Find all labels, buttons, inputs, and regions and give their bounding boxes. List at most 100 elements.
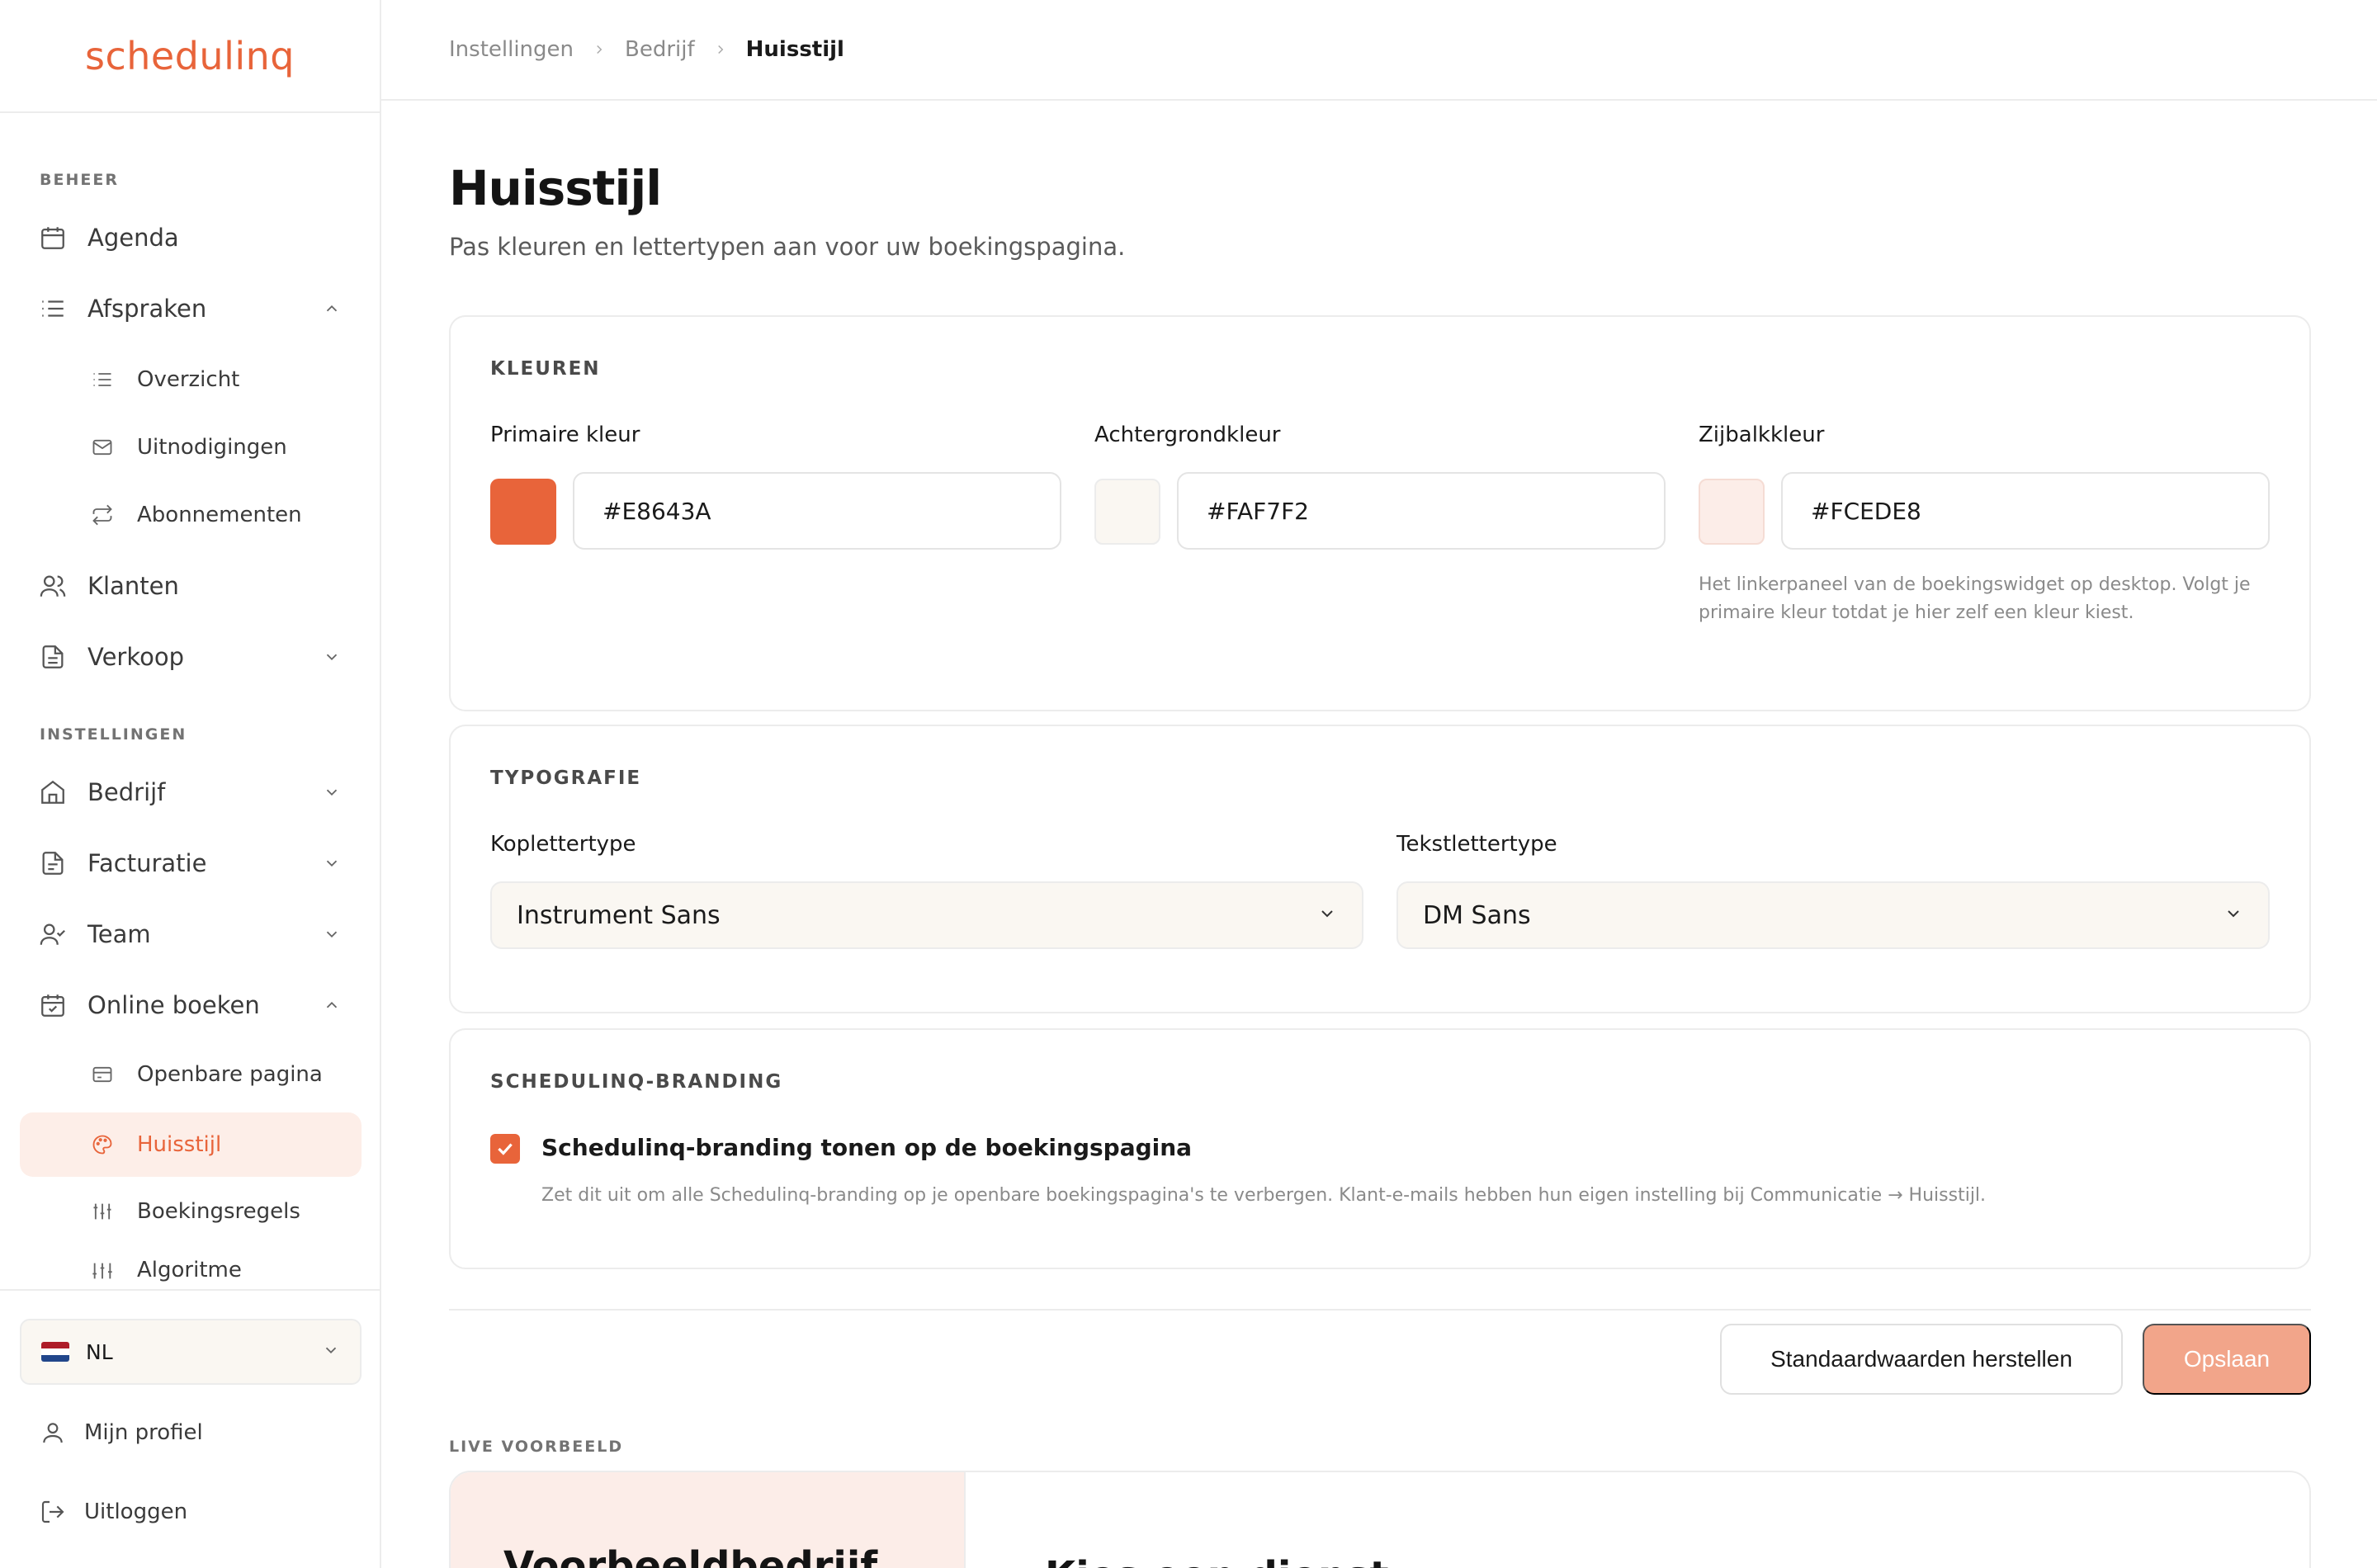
sidebar-item-bedrijf[interactable]: Bedrijf [20,761,362,824]
logout-label: Uitloggen [84,1500,188,1524]
section-label-beheer: BEHEER [40,171,119,189]
sidebar-item-overzicht[interactable]: Overzicht [20,350,362,409]
page-title: Huisstijl [449,160,662,216]
sidebar-item-label: Boekingsregels [137,1199,300,1224]
flag-nl-icon [41,1342,69,1362]
sidebar-item-label: Afspraken [87,295,207,323]
chevron-down-icon [322,782,342,802]
breadcrumb: Instellingen Bedrijf Huisstijl [381,0,2377,101]
divider [449,1309,2311,1311]
sidebar-item-label: Agenda [87,224,179,252]
sidebar-item-abonnementen[interactable]: Abonnementen [20,485,362,545]
palette-icon [89,1131,116,1158]
logout-link[interactable]: Uitloggen [20,1487,362,1537]
heading-font-select[interactable]: Instrument Sans [490,881,1363,949]
chevron-down-icon [322,853,342,873]
language-value: NL [86,1339,113,1364]
document-icon [38,642,68,672]
sidebar-item-algoritme[interactable]: Algoritme [20,1249,362,1289]
sidebar-item-agenda[interactable]: Agenda [20,206,362,269]
sidebar-item-uitnodigingen[interactable]: Uitnodigingen [20,418,362,477]
sidebar-item-label: Bedrijf [87,778,166,806]
preview-sidebar: Voorbeeldbedrijf [451,1472,966,1568]
background-color-input[interactable]: #FAF7F2 [1177,472,1666,550]
background-color-label: Achtergrondkleur [1094,423,1281,447]
sidebar-color-input[interactable]: #FCEDE8 [1781,472,2270,550]
sidebar-item-facturatie[interactable]: Facturatie [20,832,362,895]
sidebar-item-label: Verkoop [87,643,185,671]
reset-defaults-button[interactable]: Standaardwaarden herstellen [1720,1324,2123,1395]
check-icon [498,1143,513,1155]
profile-link[interactable]: Mijn profiel [20,1408,362,1457]
primary-color-swatch[interactable] [490,479,556,545]
breadcrumb-current: Huisstijl [745,37,844,62]
sidebar-item-label: Huisstijl [137,1132,222,1157]
background-color-swatch[interactable] [1094,479,1160,545]
colors-card: KLEUREN Primaire kleur #E8643A Achtergro… [449,315,2311,711]
body-font-label: Tekstlettertype [1396,832,1557,857]
home-icon [38,777,68,807]
card-icon [89,1061,116,1088]
card-title: KLEUREN [490,358,601,380]
chevron-down-icon [322,647,342,667]
page-subtitle: Pas kleuren en lettertypen aan voor uw b… [449,233,1126,261]
sidebar-color-help: Het linkerpaneel van de boekingswidget o… [1699,574,2251,623]
logout-icon [38,1497,68,1527]
branding-checkbox[interactable] [490,1134,520,1164]
adjust-icon [89,1258,116,1284]
profile-label: Mijn profiel [84,1420,203,1445]
chevron-down-icon [322,924,342,944]
sidebar-color-swatch[interactable] [1699,479,1765,545]
logo[interactable]: schedulinq [85,34,295,78]
card-title: TYPOGRAFIE [490,767,642,789]
calendar-check-icon [38,990,68,1020]
chevron-up-icon [322,995,342,1015]
breadcrumb-item[interactable]: Instellingen [449,37,574,62]
invoice-icon [38,848,68,878]
sidebar-item-klanten[interactable]: Klanten [20,555,362,617]
calendar-icon [38,223,68,253]
language-select[interactable]: NL [20,1319,362,1385]
sidebar-item-verkoop[interactable]: Verkoop [20,626,362,688]
sidebar-item-label: Overzicht [137,367,240,392]
card-title: SCHEDULINQ-BRANDING [490,1071,783,1093]
live-preview-label: LIVE VOORBEELD [449,1438,624,1456]
sidebar-item-label: Uitnodigingen [137,435,287,460]
sidebar-color-label: Zijbalkkleur [1699,423,1825,447]
body-font-select[interactable]: DM Sans [1396,881,2270,949]
list-icon [89,366,116,393]
preview-company-name: Voorbeeldbedrijf [503,1543,878,1568]
branding-help: Zet dit uit om alle Schedulinq-branding … [541,1185,1987,1206]
sidebar-item-label: Abonnementen [137,503,302,527]
chevron-down-icon [322,1341,340,1363]
mail-icon [89,434,116,460]
sidebar-item-boekingsregels[interactable]: Boekingsregels [20,1182,362,1241]
user-icon [38,1418,68,1448]
sidebar: schedulinq BEHEER Agenda Afspraken Overz… [0,0,381,1568]
sidebar-item-team[interactable]: Team [20,903,362,966]
sliders-icon [89,1198,116,1225]
sidebar-item-label: Klanten [87,572,179,600]
typography-card: TYPOGRAFIE Koplettertype Instrument Sans… [449,725,2311,1013]
heading-font-label: Koplettertype [490,832,636,857]
sidebar-item-label: Team [87,920,151,948]
sidebar-item-label: Online boeken [87,991,260,1019]
primary-color-label: Primaire kleur [490,423,640,447]
sidebar-item-huisstijl[interactable]: Huisstijl [20,1112,362,1177]
sidebar-item-afspraken[interactable]: Afspraken [20,277,362,340]
chevron-up-icon [322,299,342,319]
primary-color-input[interactable]: #E8643A [573,472,1061,550]
sidebar-item-online-boeken[interactable]: Online boeken [20,974,362,1037]
chevron-down-icon [2223,901,2243,930]
heading-font-value: Instrument Sans [517,900,721,930]
body-font-value: DM Sans [1423,900,1531,930]
sidebar-footer: NL Mijn profiel Uitloggen [0,1289,380,1568]
sidebar-item-label: Openbare pagina [137,1062,323,1087]
logo-area: schedulinq [0,0,380,113]
branding-card: SCHEDULINQ-BRANDING Schedulinq-branding … [449,1028,2311,1269]
repeat-icon [89,502,116,528]
save-button[interactable]: Opslaan [2143,1324,2311,1395]
breadcrumb-item[interactable]: Bedrijf [625,37,695,62]
branding-checkbox-label[interactable]: Schedulinq-branding tonen op de boekings… [541,1134,1192,1161]
sidebar-item-openbare-pagina[interactable]: Openbare pagina [20,1045,362,1104]
